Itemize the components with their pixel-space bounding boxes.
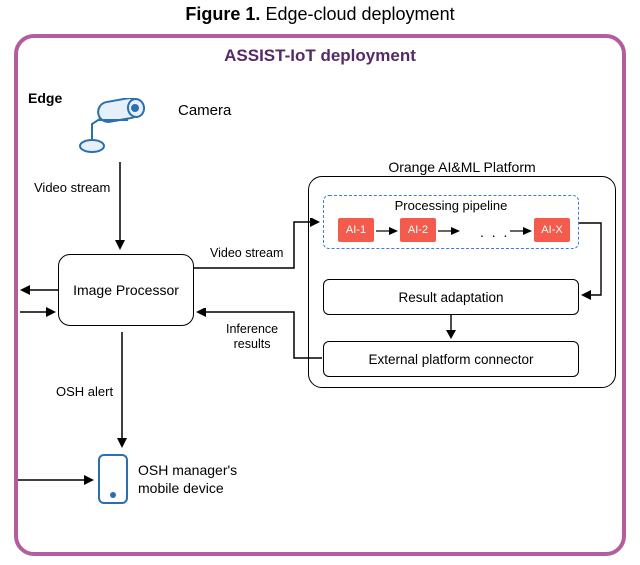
pipeline-title: Processing pipeline xyxy=(324,198,578,213)
arrow-pipeline-to-result xyxy=(577,217,613,303)
camera-icon xyxy=(70,98,150,160)
arrow-ai2-dots xyxy=(438,225,462,237)
ai-platform-title: Orange AI&ML Platform xyxy=(309,159,615,175)
image-processor-box: Image Processor xyxy=(58,254,194,326)
inference-results-label: Inference results xyxy=(226,322,278,352)
arrow-processor-to-phone xyxy=(112,332,132,450)
figure-number: Figure 1. xyxy=(185,4,260,24)
edge-label: Edge xyxy=(28,90,62,106)
arrow-result-to-connector xyxy=(443,315,459,341)
deployment-title: ASSIST-IoT deployment xyxy=(18,46,622,66)
camera-label: Camera xyxy=(178,102,231,119)
mobile-device-icon xyxy=(98,454,128,504)
video-stream-label-1: Video stream xyxy=(34,180,110,195)
mobile-device-label: OSH manager's mobile device xyxy=(138,462,237,497)
ai-platform-container: Orange AI&ML Platform Processing pipelin… xyxy=(308,176,616,388)
ai-step-x: AI-X xyxy=(534,218,570,242)
arrow-in-phone xyxy=(18,472,98,488)
arrow-processor-in-left xyxy=(18,304,60,320)
deployment-container: ASSIST-IoT deployment Edge Camera Video … xyxy=(14,34,626,556)
osh-alert-label: OSH alert xyxy=(56,384,113,399)
arrow-camera-to-processor xyxy=(110,162,130,252)
ai-ellipsis: . . . xyxy=(480,224,509,240)
processing-pipeline-container: Processing pipeline AI-1 AI-2 . . . AI-X xyxy=(323,195,579,249)
arrow-processor-out-left xyxy=(18,282,60,298)
figure-caption: Figure 1. Edge-cloud deployment xyxy=(0,0,640,31)
figure-caption-text: Edge-cloud deployment xyxy=(265,4,454,24)
external-connector-box: External platform connector xyxy=(323,341,579,377)
arrow-ai1-ai2 xyxy=(376,225,400,237)
ai-step-1: AI-1 xyxy=(338,218,374,242)
ai-step-2: AI-2 xyxy=(400,218,436,242)
arrow-dots-aix xyxy=(510,225,534,237)
image-processor-label: Image Processor xyxy=(73,282,179,298)
result-adaptation-box: Result adaptation xyxy=(323,279,579,315)
video-stream-label-2: Video stream xyxy=(210,246,283,260)
